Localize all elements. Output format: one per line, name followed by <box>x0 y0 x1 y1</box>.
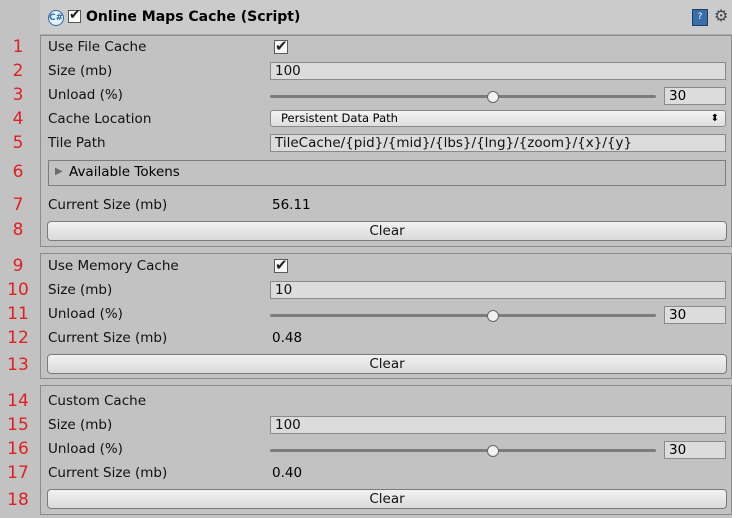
row-number: 10 <box>7 280 29 300</box>
row-number: 2 <box>12 61 24 81</box>
file-size-label: Size (mb) <box>48 63 113 79</box>
row-number: 14 <box>7 391 29 411</box>
file-size-field[interactable]: 100 <box>270 62 726 80</box>
checkmark-icon: ✔ <box>69 7 81 23</box>
use-memory-cache-checkbox[interactable]: ✔ <box>274 256 288 274</box>
row-number: 12 <box>7 328 29 348</box>
row-number: 15 <box>7 415 29 435</box>
custom-unload-field[interactable]: 30 <box>664 441 726 459</box>
memory-size-field[interactable]: 10 <box>270 281 726 299</box>
custom-size-label: Size (mb) <box>48 417 113 433</box>
memory-unload-field[interactable]: 30 <box>664 306 726 324</box>
row-number: 9 <box>12 256 24 276</box>
row-number: 7 <box>12 195 24 215</box>
memory-current-size-value: 0.48 <box>272 330 303 346</box>
cache-location-dropdown[interactable]: Persistent Data Path ⬍ <box>270 110 726 127</box>
cache-location-value: Persistent Data Path <box>281 111 398 125</box>
row-number: 16 <box>7 439 29 459</box>
memory-unload-slider-thumb[interactable] <box>486 310 499 322</box>
memory-unload-label: Unload (%) <box>48 306 123 322</box>
help-book-icon[interactable]: ? <box>692 9 708 26</box>
row-number: 13 <box>7 355 29 375</box>
csharp-script-icon: C# <box>48 10 64 26</box>
available-tokens-label: Available Tokens <box>69 164 180 180</box>
row-number: 11 <box>7 304 29 324</box>
memory-unload-slider-track[interactable] <box>270 314 656 317</box>
memory-current-size-label: Current Size (mb) <box>48 330 168 346</box>
custom-current-size-value: 0.40 <box>272 465 303 481</box>
row-number: 18 <box>7 490 29 510</box>
file-current-size-value: 56.11 <box>272 197 311 213</box>
dropdown-arrow-icon: ⬍ <box>710 113 719 124</box>
checkmark-icon: ✔ <box>275 256 288 274</box>
file-current-size-label: Current Size (mb) <box>48 197 168 213</box>
custom-unload-label: Unload (%) <box>48 441 123 457</box>
custom-clear-button[interactable]: Clear <box>47 489 727 509</box>
row-number: 6 <box>12 162 24 182</box>
file-unload-label: Unload (%) <box>48 87 123 103</box>
row-number: 3 <box>12 85 24 105</box>
tile-path-label: Tile Path <box>48 135 106 151</box>
use-memory-cache-label: Use Memory Cache <box>48 258 179 274</box>
checkmark-icon: ✔ <box>275 37 288 55</box>
available-tokens-foldout[interactable]: ▶ Available Tokens <box>48 160 726 186</box>
use-file-cache-checkbox[interactable]: ✔ <box>274 37 288 55</box>
row-number: 5 <box>12 133 24 153</box>
row-number: 17 <box>7 463 29 483</box>
gear-icon[interactable]: ⚙ <box>714 6 728 25</box>
custom-current-size-label: Current Size (mb) <box>48 465 168 481</box>
component-title: Online Maps Cache (Script) <box>86 9 301 25</box>
row-number: 4 <box>12 109 24 129</box>
file-unload-field[interactable]: 30 <box>664 87 726 105</box>
component-enable-checkbox[interactable]: ✔ <box>68 7 81 23</box>
custom-unload-slider-thumb[interactable] <box>486 445 499 457</box>
cache-location-label: Cache Location <box>48 111 152 127</box>
row-number: 1 <box>12 37 24 57</box>
file-unload-slider-thumb[interactable] <box>486 91 499 103</box>
custom-unload-slider-track[interactable] <box>270 449 656 452</box>
component-header: C# ✔ Online Maps Cache (Script) ? ⚙ <box>40 0 732 35</box>
file-clear-button[interactable]: Clear <box>47 221 727 241</box>
file-unload-slider-track[interactable] <box>270 95 656 98</box>
memory-clear-button[interactable]: Clear <box>47 354 727 374</box>
custom-size-field[interactable]: 100 <box>270 416 726 434</box>
use-file-cache-label: Use File Cache <box>48 39 147 55</box>
foldout-triangle-icon: ▶ <box>55 166 63 177</box>
row-number: 8 <box>12 220 24 240</box>
custom-cache-label: Custom Cache <box>48 393 146 409</box>
tile-path-field[interactable]: TileCache/{pid}/{mid}/{lbs}/{lng}/{zoom}… <box>270 134 726 152</box>
memory-size-label: Size (mb) <box>48 282 113 298</box>
